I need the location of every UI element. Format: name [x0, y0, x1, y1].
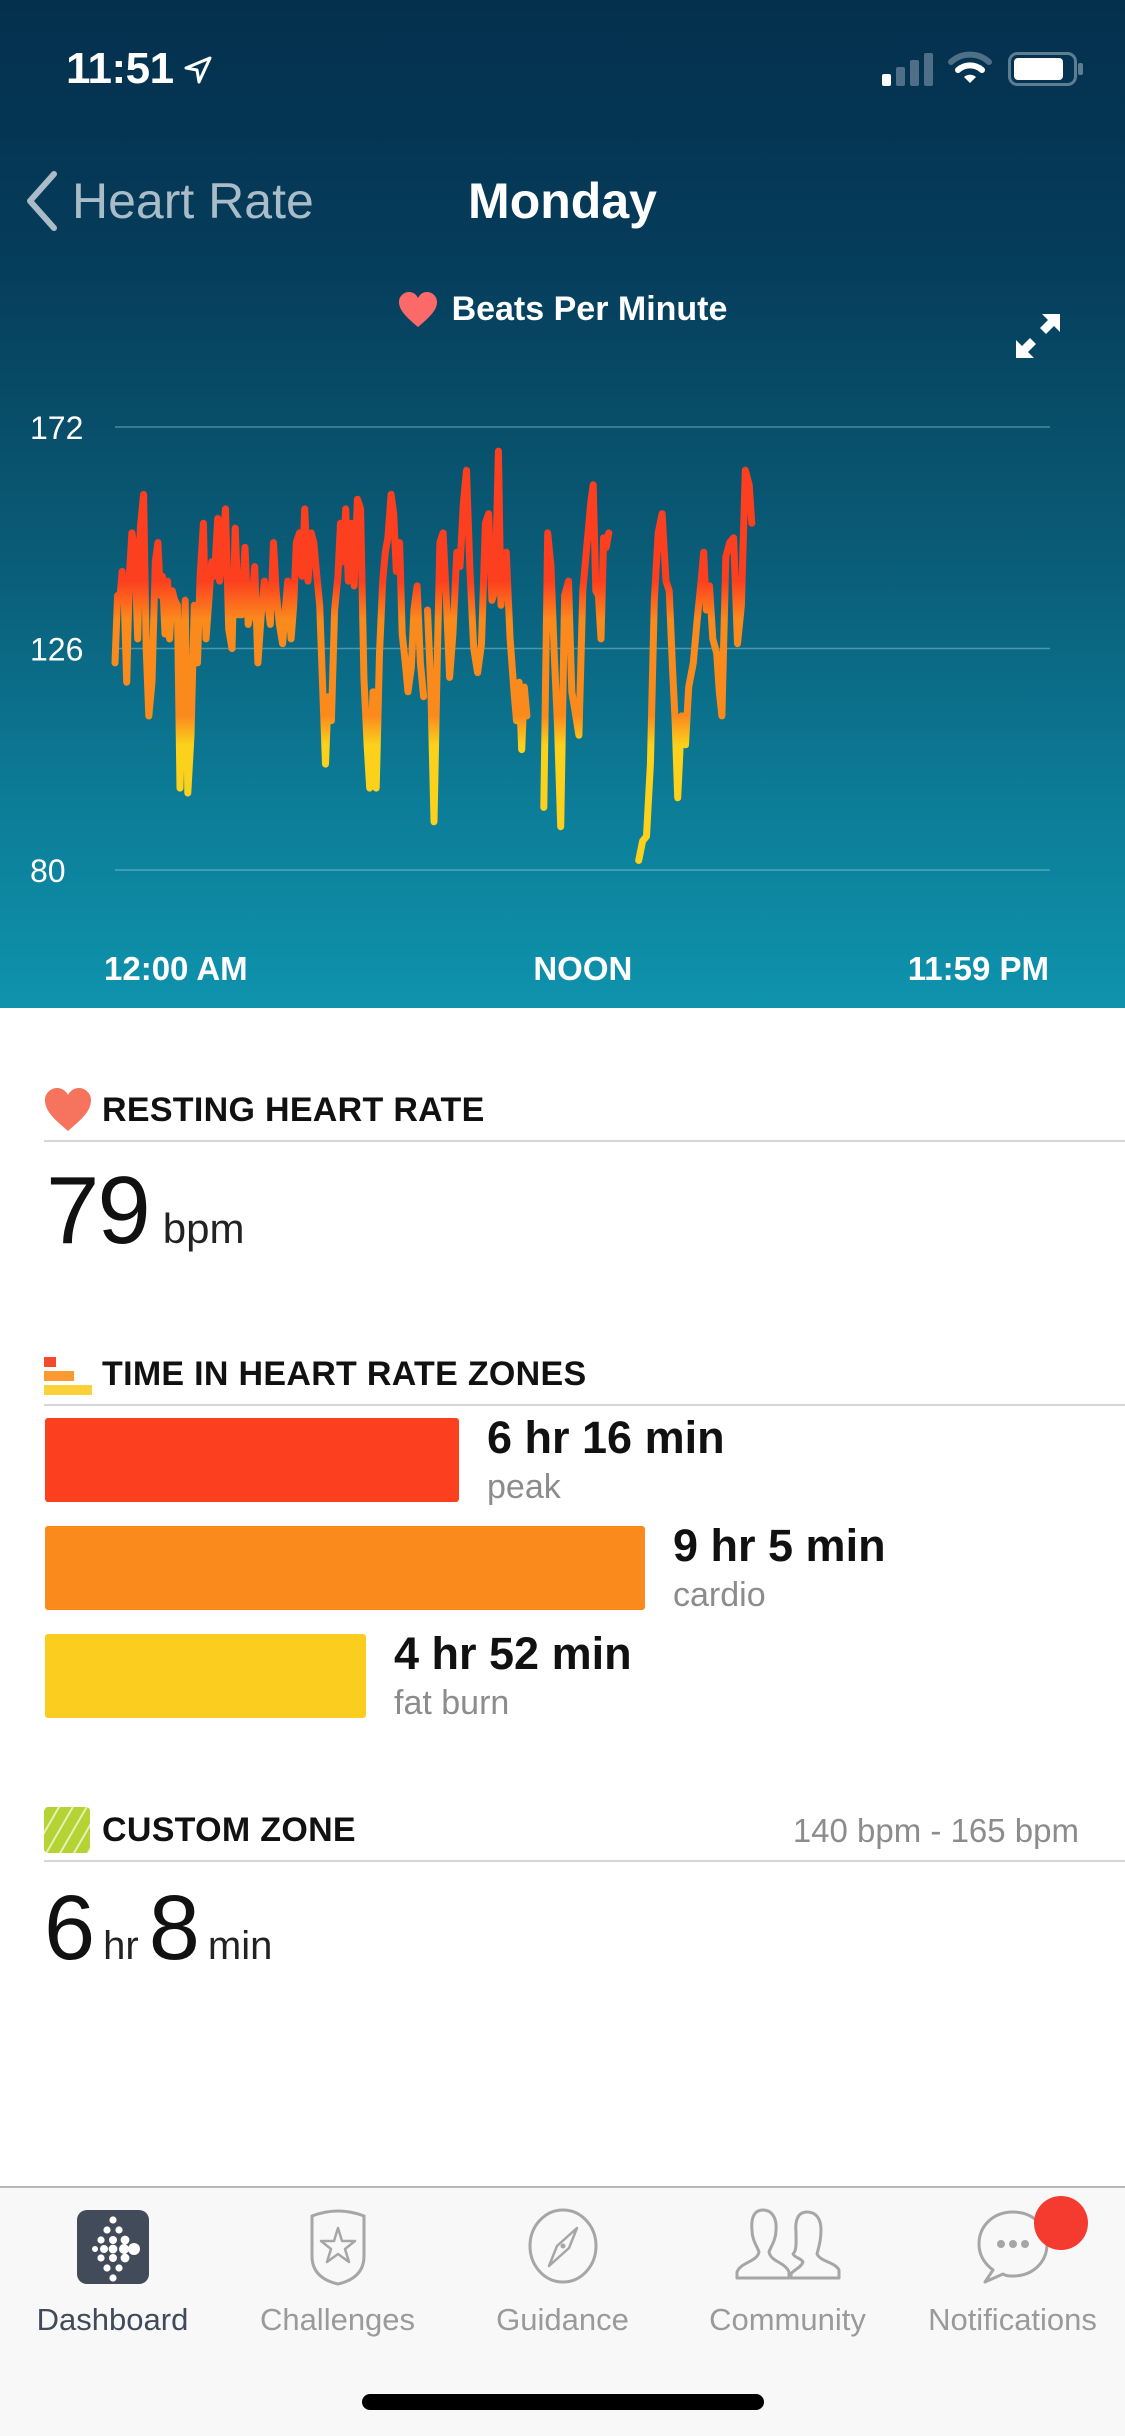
zone-duration: 4 hr 52 min — [394, 1628, 632, 1680]
tab-challenges[interactable]: Challenges — [225, 2206, 450, 2338]
battery-fill — [1014, 58, 1063, 80]
resting-heart-rate-number: 79 — [46, 1156, 149, 1266]
zone-row-peak: 6 hr 16 min peak — [45, 1412, 1125, 1520]
chart-legend: Beats Per Minute — [0, 290, 1125, 329]
zone-bar — [45, 1418, 459, 1502]
compass-icon — [523, 2206, 603, 2286]
wifi-arc — [958, 65, 982, 70]
shield-star-icon — [298, 2206, 378, 2286]
tab-label: Community — [675, 2302, 900, 2338]
custom-zone-section[interactable]: CUSTOM ZONE 140 bpm - 165 bpm 6 hr 8 min — [0, 1800, 1125, 1981]
signal-bar — [910, 60, 919, 86]
location-arrow-icon — [182, 54, 214, 86]
wifi-arc — [964, 75, 976, 83]
tab-label: Dashboard — [0, 2302, 225, 2338]
heart-rate-line-segment — [544, 485, 609, 827]
custom-zone-minutes: 8 — [149, 1876, 200, 1981]
zone-label: fat burn — [394, 1684, 509, 1723]
zones-list: 6 hr 16 min peak 9 hr 5 min cardio 4 hr … — [0, 1412, 1125, 1736]
section-header: CUSTOM ZONE 140 bpm - 165 bpm — [44, 1800, 1125, 1862]
home-indicator[interactable] — [362, 2394, 764, 2410]
zone-label: peak — [487, 1468, 561, 1507]
zone-row-fat-burn: 4 hr 52 min fat burn — [45, 1628, 1125, 1736]
zone-duration: 9 hr 5 min — [673, 1520, 886, 1572]
page-title: Monday — [0, 172, 1125, 230]
section-title: CUSTOM ZONE — [102, 1811, 356, 1850]
tab-notifications[interactable]: Notifications — [900, 2206, 1125, 2338]
legend-label: Beats Per Minute — [452, 290, 728, 329]
custom-zone-hours: 6 — [44, 1876, 95, 1981]
signal-bar — [924, 53, 933, 86]
resting-heart-rate-section[interactable]: RESTING HEART RATE 79 bpm — [0, 1080, 1125, 1266]
signal-icon — [880, 52, 936, 86]
zone-row-cardio: 9 hr 5 min cardio — [45, 1520, 1125, 1628]
fitbit-logo-icon — [73, 2206, 153, 2286]
signal-bar — [882, 74, 891, 86]
custom-zone-range: 140 bpm - 165 bpm — [793, 1812, 1079, 1850]
section-header: TIME IN HEART RATE ZONES — [44, 1344, 1125, 1406]
zone-bar — [45, 1526, 645, 1610]
chart-header-area: 11:51 Heart Rate Monday — [0, 0, 1125, 1008]
people-icon — [733, 2206, 843, 2286]
status-time: 11:51 — [66, 44, 174, 94]
tab-label: Notifications — [900, 2302, 1125, 2338]
tab-guidance[interactable]: Guidance — [450, 2206, 675, 2338]
notification-badge — [1034, 2196, 1088, 2250]
heart-rate-line-segment — [115, 494, 424, 793]
custom-zone-hours-unit: hr — [103, 1924, 139, 1969]
zone-duration: 6 hr 16 min — [487, 1412, 725, 1464]
status-bar: 11:51 — [0, 0, 1125, 130]
wifi-icon — [948, 50, 992, 86]
heart-rate-zones-section[interactable]: TIME IN HEART RATE ZONES 6 hr 16 min pea… — [0, 1344, 1125, 1736]
heart-rate-line-segment — [639, 470, 752, 860]
zone-bar — [45, 1634, 366, 1718]
battery-icon — [1008, 52, 1084, 86]
heart-icon — [44, 1087, 92, 1133]
signal-bar — [896, 67, 905, 86]
zones-bars-icon — [44, 1351, 92, 1397]
y-tick-label: 172 — [30, 410, 83, 446]
x-tick-label: NOON — [533, 950, 632, 987]
tab-label: Challenges — [225, 2302, 450, 2338]
heart-icon — [398, 291, 438, 329]
zone-label: cardio — [673, 1576, 766, 1615]
custom-zone-icon — [44, 1807, 92, 1853]
y-tick-label: 126 — [30, 632, 83, 668]
x-tick-label: 11:59 PM — [908, 950, 1049, 987]
section-title: TIME IN HEART RATE ZONES — [102, 1355, 586, 1394]
heart-rate-line-segment — [428, 451, 527, 822]
tab-dashboard[interactable]: Dashboard — [0, 2206, 225, 2338]
custom-zone-value: 6 hr 8 min — [44, 1876, 1125, 1981]
x-tick-label: 12:00 AM — [104, 950, 248, 987]
heart-rate-chart[interactable]: 172 126 80 12:00 AM NOON 11:59 PM — [0, 380, 1125, 1000]
y-tick-label: 80 — [30, 853, 66, 889]
resting-heart-rate-value: 79 bpm — [46, 1156, 1125, 1266]
navigation-bar: Heart Rate Monday — [0, 150, 1125, 250]
resting-heart-rate-unit: bpm — [163, 1205, 245, 1253]
section-header: RESTING HEART RATE — [44, 1080, 1125, 1142]
expand-icon[interactable] — [1012, 310, 1064, 362]
tab-community[interactable]: Community — [675, 2206, 900, 2338]
wifi-arc — [951, 55, 989, 62]
tab-label: Guidance — [450, 2302, 675, 2338]
section-title: RESTING HEART RATE — [102, 1091, 485, 1130]
custom-zone-minutes-unit: min — [208, 1924, 272, 1969]
